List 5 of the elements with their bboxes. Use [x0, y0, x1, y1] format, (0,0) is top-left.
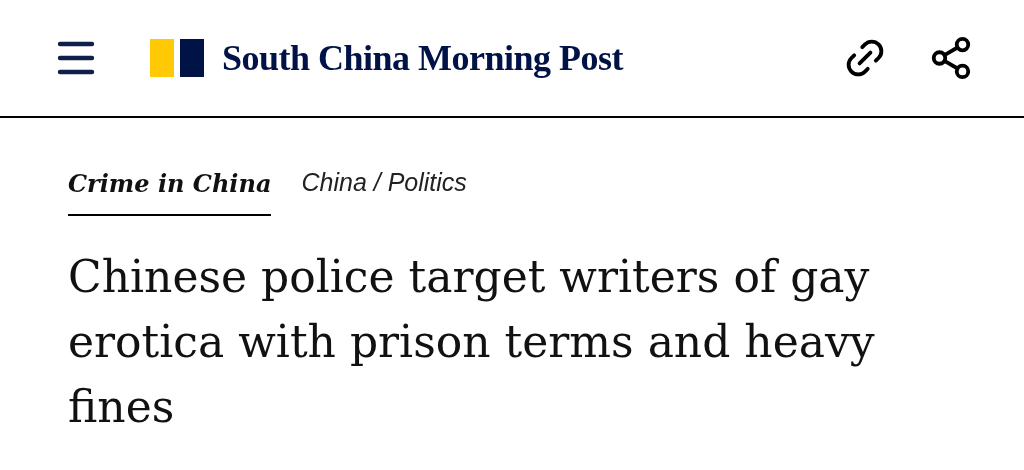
breadcrumb: China / Politics	[301, 167, 467, 198]
headline: Chinese police target writers of gay erotica with prison terms and heavy fines	[68, 249, 876, 434]
section-link[interactable]: Crime in China	[68, 165, 272, 216]
logo-text: South China Morning Post	[222, 37, 624, 80]
logo-icon	[150, 39, 204, 77]
